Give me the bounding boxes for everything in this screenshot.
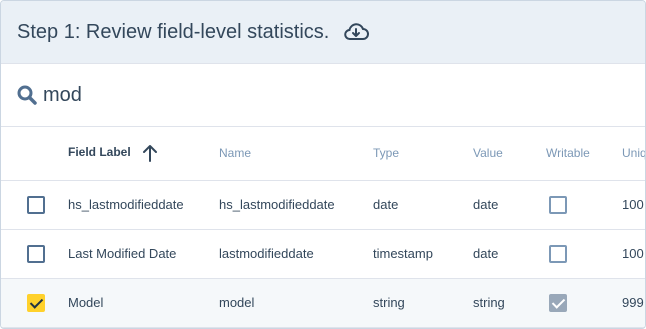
column-header-name[interactable]: Name [219,127,373,181]
column-header-type[interactable]: Type [373,127,473,181]
writable-checkbox [549,293,567,312]
row-select-checkbox[interactable] [27,244,45,263]
row-select-checkbox[interactable] [27,195,45,214]
search-bar [1,64,645,127]
column-header-field-label[interactable]: Field Label [68,127,219,181]
cell-value: string [473,278,546,328]
cell-field-label: Last Modified Date [68,229,219,279]
cell-field-label: hs_lastmodifieddate [68,180,219,230]
fields-table: Field Label Name Type Value Writable Uni… [1,127,645,328]
writable-checkbox [549,244,567,263]
field-statistics-panel: Step 1: Review field-level statistics. F… [0,0,646,329]
select-column-header [1,127,68,181]
cell-uniq: 100 [622,180,645,230]
column-header-uniq[interactable]: Uniq [622,127,645,181]
cell-name: model [219,278,373,328]
cell-uniq: 999 [622,278,645,328]
panel-header: Step 1: Review field-level statistics. [1,1,645,64]
cell-uniq: 100 [622,229,645,279]
row-select-checkbox[interactable] [27,293,45,312]
cell-field-label: Model [68,278,219,328]
table-row: Last Modified Date lastmodifieddate time… [1,229,645,279]
cell-type: timestamp [373,229,473,279]
column-header-label: Field Label [68,145,131,160]
cloud-download-icon[interactable] [343,22,370,42]
table-row: hs_lastmodifieddate hs_lastmodifieddate … [1,180,645,230]
cell-type: string [373,278,473,328]
cell-name: hs_lastmodifieddate [219,180,373,230]
column-header-value[interactable]: Value [473,127,546,181]
cell-name: lastmodifieddate [219,229,373,279]
cell-value: date [473,229,546,279]
cell-value: date [473,180,546,230]
page-title: Step 1: Review field-level statistics. [17,20,330,43]
table-header-row: Field Label Name Type Value Writable Uni… [1,127,645,181]
table-row: Model model string string 999 [1,278,645,328]
column-header-writable[interactable]: Writable [546,127,622,181]
search-input[interactable] [43,80,603,110]
search-icon [17,85,37,105]
arrow-up-icon[interactable] [142,144,158,163]
writable-checkbox [549,195,567,214]
cell-type: date [373,180,473,230]
